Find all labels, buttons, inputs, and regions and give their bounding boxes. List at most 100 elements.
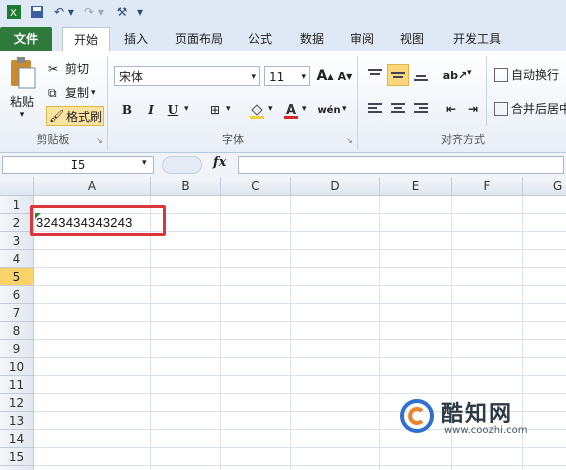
- name-box-dropdown-icon[interactable]: ▾: [142, 158, 147, 168]
- merge-center-button[interactable]: 合并后居中: [494, 100, 566, 117]
- row-header-2[interactable]: 2: [0, 214, 34, 232]
- row-header-3[interactable]: 3: [0, 232, 34, 250]
- row-header-11[interactable]: 11: [0, 376, 34, 394]
- phonetic-dropdown-icon[interactable]: ▾: [342, 104, 347, 114]
- font-launcher-icon[interactable]: ↘: [346, 136, 353, 145]
- tab-file[interactable]: 文件: [0, 27, 52, 51]
- gridline: [34, 285, 566, 286]
- decrease-indent-icon[interactable]: ⇤: [440, 98, 462, 120]
- copy-dropdown-icon[interactable]: ▾: [91, 88, 96, 98]
- group-separator: [107, 56, 108, 150]
- paste-button[interactable]: 粘贴 ▾: [4, 56, 40, 126]
- column-header-f[interactable]: F: [452, 177, 523, 196]
- row-header-5[interactable]: 5: [0, 268, 34, 286]
- phonetic-icon[interactable]: wén: [317, 99, 340, 121]
- gridline: [34, 393, 566, 394]
- customize-icon[interactable]: ▾: [134, 3, 146, 21]
- formula-divider-handle[interactable]: [162, 156, 202, 174]
- tab-formulas[interactable]: 公式: [240, 27, 280, 51]
- orientation-dropdown-icon[interactable]: ▾: [467, 68, 472, 78]
- tab-home[interactable]: 开始: [62, 27, 110, 52]
- font-color-icon[interactable]: A: [280, 99, 302, 121]
- wrap-text-label: 自动换行: [511, 68, 560, 82]
- quick-access-toolbar: X ↶ ▾ ↷ ▾ ⚒ ▾: [0, 0, 566, 25]
- formula-input[interactable]: [238, 156, 564, 174]
- borders-dropdown-icon[interactable]: ▾: [226, 104, 231, 114]
- tools-icon[interactable]: ⚒: [112, 3, 132, 21]
- align-middle-icon[interactable]: [387, 64, 409, 86]
- tab-insert[interactable]: 插入: [116, 27, 156, 51]
- font-name-value: 宋体: [119, 70, 144, 84]
- svg-text:A: A: [286, 103, 296, 118]
- row-header-7[interactable]: 7: [0, 304, 34, 322]
- shrink-font-icon[interactable]: A ▼: [334, 65, 356, 87]
- fill-color-dropdown-icon[interactable]: ▾: [268, 104, 273, 114]
- copy-icon: ⧉: [48, 85, 57, 100]
- font-name-combo[interactable]: 宋体 ▾: [114, 66, 260, 86]
- row-header-13[interactable]: 13: [0, 412, 34, 430]
- increase-indent-icon[interactable]: ⇥: [462, 98, 484, 120]
- tab-data[interactable]: 数据: [292, 27, 332, 51]
- tab-view[interactable]: 视图: [392, 27, 432, 51]
- column-header-b[interactable]: B: [151, 177, 221, 196]
- redo-icon[interactable]: ↷ ▾: [80, 3, 108, 21]
- column-header-a[interactable]: A: [34, 177, 151, 196]
- chevron-down-icon: ▾: [251, 72, 256, 82]
- gridline: [34, 339, 566, 340]
- align-top-icon[interactable]: [364, 64, 386, 86]
- row-header-14[interactable]: 14: [0, 430, 34, 448]
- row-header-12[interactable]: 12: [0, 394, 34, 412]
- italic-button[interactable]: I: [140, 99, 162, 121]
- gridline: [34, 375, 566, 376]
- group-separator: [486, 56, 487, 126]
- wrap-text-button[interactable]: 自动换行: [494, 66, 559, 83]
- ribbon-tabs: 文件 开始 插入 页面布局 公式 数据 审阅 视图 开发工具: [0, 24, 566, 52]
- insert-function-button[interactable]: fx: [213, 155, 226, 170]
- orientation-icon[interactable]: ab↗: [443, 64, 468, 86]
- highlight-box: [30, 205, 166, 236]
- borders-icon[interactable]: ⊞: [204, 99, 226, 121]
- row-header-4[interactable]: 4: [0, 250, 34, 268]
- align-left-icon[interactable]: [364, 98, 386, 120]
- clipboard-launcher-icon[interactable]: ↘: [96, 136, 103, 145]
- row-header-6[interactable]: 6: [0, 286, 34, 304]
- row-header-9[interactable]: 9: [0, 340, 34, 358]
- tab-developer[interactable]: 开发工具: [444, 27, 510, 51]
- gridline: [34, 249, 566, 250]
- cut-button[interactable]: ✂ 剪切: [48, 60, 89, 77]
- gridline: [34, 303, 566, 304]
- column-header-c[interactable]: C: [221, 177, 291, 196]
- font-color-dropdown-icon[interactable]: ▾: [302, 104, 307, 114]
- tab-review[interactable]: 审阅: [342, 27, 382, 51]
- undo-icon[interactable]: ↶ ▾: [50, 3, 78, 21]
- row-header-8[interactable]: 8: [0, 322, 34, 340]
- group-separator: [357, 56, 358, 150]
- underline-button[interactable]: U: [162, 99, 184, 121]
- align-bottom-icon[interactable]: [410, 64, 432, 86]
- paste-dropdown-icon[interactable]: ▾: [4, 110, 40, 120]
- gridline: [34, 465, 566, 466]
- underline-dropdown-icon[interactable]: ▾: [184, 104, 189, 114]
- fill-color-icon[interactable]: [246, 99, 268, 121]
- copy-button[interactable]: ⧉ 复制 ▾: [48, 84, 96, 101]
- column-header-d[interactable]: D: [291, 177, 380, 196]
- font-size-combo[interactable]: 11 ▾: [264, 66, 310, 86]
- gridline: [34, 357, 566, 358]
- excel-logo-icon: X: [4, 3, 24, 21]
- row-header-16[interactable]: 16: [0, 466, 34, 470]
- row-header-1[interactable]: 1: [0, 196, 34, 214]
- row-header-10[interactable]: 10: [0, 358, 34, 376]
- align-right-icon[interactable]: [410, 98, 432, 120]
- row-header-15[interactable]: 15: [0, 448, 34, 466]
- bold-button[interactable]: B: [116, 99, 138, 121]
- name-box[interactable]: I5: [2, 156, 154, 174]
- column-header-g[interactable]: G: [523, 177, 566, 196]
- tab-page-layout[interactable]: 页面布局: [166, 27, 232, 51]
- format-painter-button[interactable]: 🖌 格式刷: [46, 106, 104, 126]
- align-center-icon[interactable]: [387, 98, 409, 120]
- column-header-e[interactable]: E: [380, 177, 452, 196]
- gridline: [34, 267, 566, 268]
- select-all-corner[interactable]: [0, 177, 34, 196]
- save-icon[interactable]: [28, 3, 46, 21]
- grow-font-icon[interactable]: A ▲: [314, 65, 336, 87]
